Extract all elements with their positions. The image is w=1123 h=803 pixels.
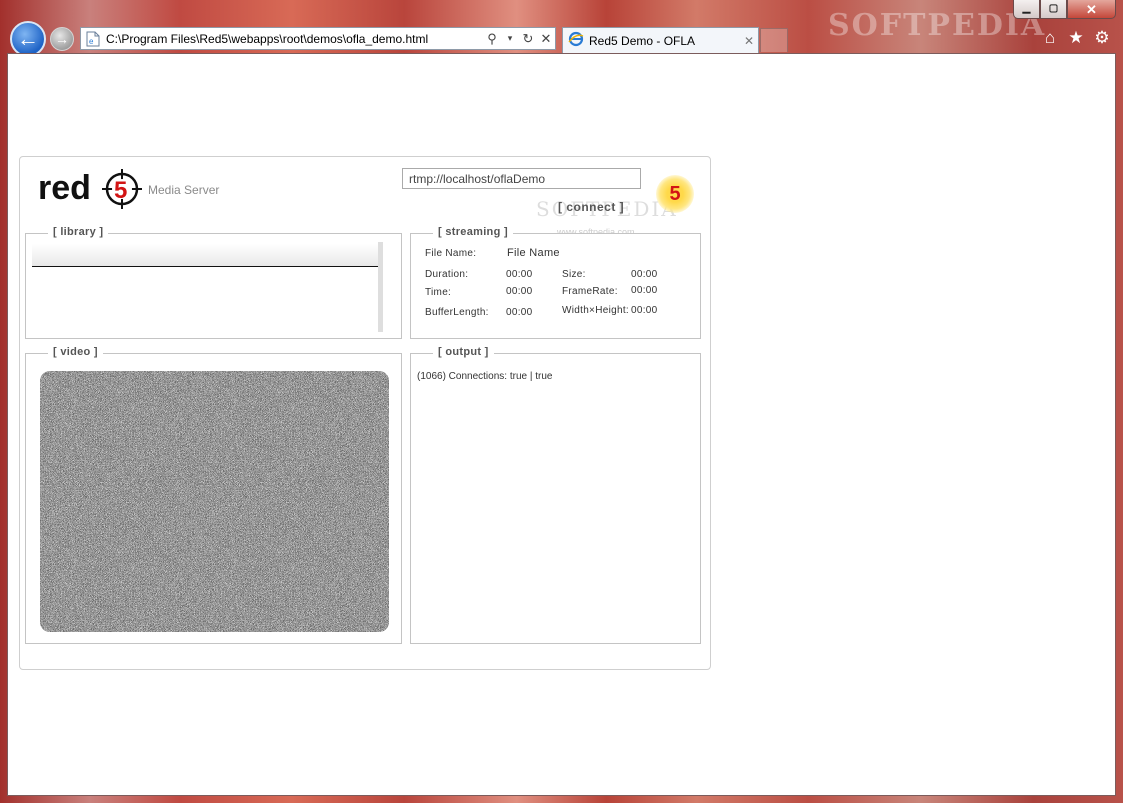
maximize-icon: ▢ [1048, 3, 1059, 14]
output-title: [ output ] [433, 346, 494, 358]
bufferlength-value: 00:00 [506, 307, 533, 318]
page-viewport: red 5 Media Server SOFTPEDIA www.softped… [7, 53, 1116, 796]
forward-arrow-icon: → [55, 31, 69, 47]
close-icon: ✕ [1086, 1, 1097, 17]
red5-logo: red 5 [38, 165, 148, 209]
bufferlength-label: BufferLength: [425, 307, 489, 318]
minimize-button[interactable]: ▁ [1013, 0, 1040, 19]
framerate-value: 00:00 [631, 285, 658, 296]
output-panel: [ output ] (1066) Connections: true | tr… [410, 346, 701, 644]
rtmp-url-input[interactable] [402, 168, 641, 189]
video-display[interactable] [40, 371, 389, 632]
output-log: (1066) Connections: true | true [417, 371, 553, 382]
maximize-button[interactable]: ▢ [1040, 0, 1067, 19]
page-file-icon: e [85, 31, 101, 47]
red5-demo-app: red 5 Media Server SOFTPEDIA www.softped… [19, 156, 711, 670]
close-window-button[interactable]: ✕ [1067, 0, 1116, 19]
connect-button[interactable]: [ connect ] [558, 200, 624, 214]
svg-text:e: e [89, 37, 94, 46]
back-button[interactable]: ← [10, 21, 46, 57]
framerate-label: FrameRate: [562, 286, 618, 297]
browser-chrome: SOFTPEDIA ▁ ▢ ✕ ← → e C:\Program Files\R… [0, 0, 1123, 57]
media-server-subtitle: Media Server [148, 183, 220, 197]
duration-value: 00:00 [506, 269, 533, 280]
size-label: Size: [562, 269, 586, 280]
stop-icon[interactable]: ✕ [537, 31, 555, 47]
address-url[interactable]: C:\Program Files\Red5\webapps\root\demos… [106, 32, 483, 46]
size-value: 00:00 [631, 269, 658, 280]
widthheight-label: Width×Height: [562, 305, 629, 316]
red5-badge: 5 [656, 175, 694, 213]
minimize-icon: ▁ [1022, 3, 1031, 14]
tab-title: Red5 Demo - OFLA [589, 33, 696, 48]
video-panel: [ video ] [25, 346, 402, 644]
window-controls: ▁ ▢ ✕ [1013, 0, 1116, 20]
widthheight-value: 00:00 [631, 305, 658, 316]
file-name-value: File Name [507, 247, 560, 259]
file-name-label: File Name: [425, 248, 477, 259]
address-bar[interactable]: e C:\Program Files\Red5\webapps\root\dem… [80, 27, 556, 50]
streaming-title: [ streaming ] [433, 226, 513, 238]
library-scrollbar[interactable] [378, 242, 383, 332]
time-value: 00:00 [506, 286, 533, 297]
new-tab-button[interactable] [760, 28, 788, 52]
tools-gear-icon[interactable]: ⚙ [1092, 28, 1112, 48]
library-title: [ library ] [48, 226, 109, 238]
duration-label: Duration: [425, 269, 469, 280]
favorites-star-icon[interactable]: ★ [1066, 28, 1086, 48]
streaming-panel: [ streaming ] File Name: File Name Durat… [410, 226, 701, 339]
logo-number: 5 [114, 177, 127, 204]
static-noise-image [40, 371, 389, 632]
library-list-header[interactable] [32, 244, 379, 267]
video-title: [ video ] [48, 346, 103, 358]
back-arrow-icon: ← [17, 26, 39, 51]
time-label: Time: [425, 287, 452, 298]
logo-text: red [38, 169, 91, 207]
dropdown-chevron-icon[interactable]: ▾ [501, 33, 519, 44]
forward-button[interactable]: → [50, 27, 74, 51]
command-icons: ⌂ ★ ⚙ [1040, 28, 1112, 48]
refresh-icon[interactable]: ↻ [519, 31, 537, 47]
tab-red5-demo[interactable]: Red5 Demo - OFLA ✕ [562, 27, 759, 53]
ie-favicon-icon [568, 31, 584, 50]
home-icon[interactable]: ⌂ [1040, 28, 1060, 48]
library-panel: [ library ] [25, 226, 402, 339]
search-icon[interactable]: ⚲ [483, 31, 501, 47]
badge-number: 5 [669, 182, 681, 205]
close-tab-icon[interactable]: ✕ [740, 34, 758, 48]
